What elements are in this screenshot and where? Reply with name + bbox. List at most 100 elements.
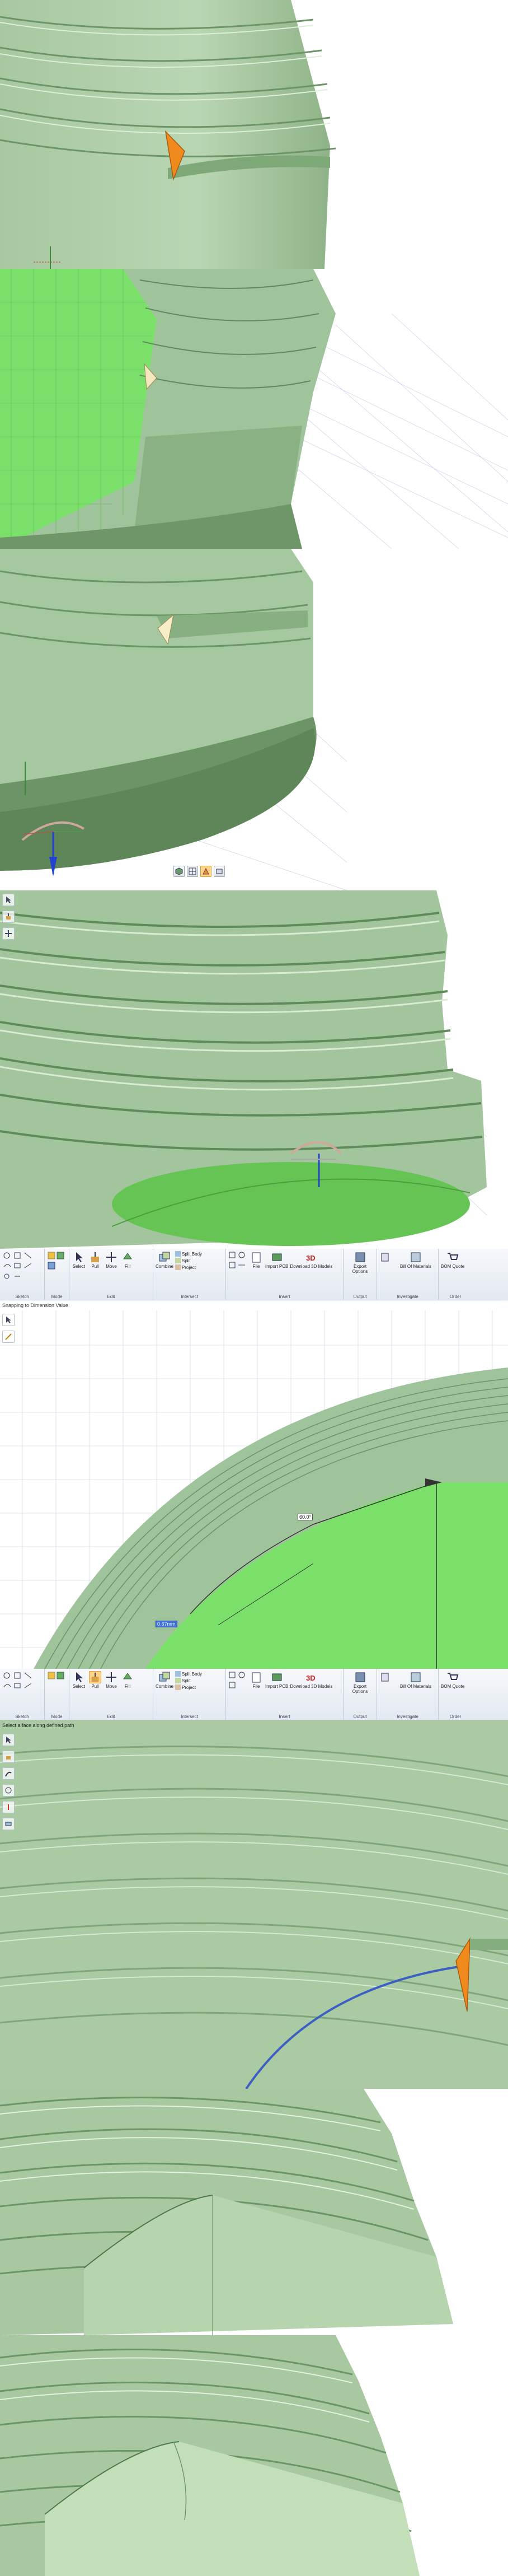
full-length-tool-icon[interactable] — [2, 1818, 15, 1830]
ribbon-group-label: Investigate — [397, 1714, 418, 1719]
svg-text:3D: 3D — [306, 1674, 316, 1682]
ribbon-group-sketch: Sketch — [0, 1669, 45, 1720]
investigate-tools-icon[interactable] — [379, 1251, 398, 1273]
mode-tools-icon[interactable] — [47, 1251, 66, 1285]
view-mini-toolbar — [173, 866, 225, 877]
import-pcb-button[interactable]: Import PCB — [265, 1251, 288, 1269]
move-button[interactable]: Move — [104, 1251, 119, 1269]
svg-text:3D: 3D — [306, 1254, 316, 1262]
view-cube-icon[interactable] — [173, 866, 185, 877]
pull-button[interactable]: Pull — [88, 1251, 102, 1269]
investigate-tools-icon[interactable] — [379, 1671, 398, 1693]
file-button[interactable]: File — [249, 1251, 264, 1269]
ribbon-group-label: Mode — [51, 1714, 63, 1719]
section-icon[interactable] — [200, 866, 211, 877]
thread-model-view-2 — [0, 269, 508, 549]
revolve-tool-icon[interactable] — [2, 1784, 15, 1796]
viewport-panel-7[interactable] — [0, 2089, 508, 2335]
thread-model-view-4 — [0, 890, 508, 1249]
viewport-panel-4[interactable] — [0, 890, 508, 1249]
ribbon-group-label: Intersect — [181, 1294, 198, 1299]
thread-model-view-8 — [0, 2335, 508, 2576]
viewport-panel-6[interactable]: Select a face along defined path — [0, 1720, 508, 2089]
up-to-tool-icon[interactable] — [2, 1801, 15, 1813]
ribbon-group-output: Export Options Output — [344, 1669, 377, 1720]
screenshot-collage: Sketch Mode Select Pull Move Fill Edit C… — [0, 0, 508, 2576]
fill-button[interactable]: Fill — [120, 1251, 135, 1269]
ribbon-group-mode: Mode — [45, 1669, 69, 1720]
select-tool-icon[interactable] — [2, 1734, 15, 1746]
download-3d-models-button[interactable]: 3D Download 3D Models — [290, 1671, 332, 1689]
side-tool-palette-3 — [2, 1734, 15, 1830]
viewport-panel-1[interactable] — [0, 0, 508, 269]
ribbon-group-output: Export Options Output — [344, 1249, 377, 1300]
pull-tool-icon[interactable] — [2, 1751, 15, 1763]
select-tool-icon[interactable] — [2, 894, 15, 906]
ribbon-group-label: Output — [353, 1294, 367, 1299]
pull-tool-icon[interactable] — [2, 911, 15, 923]
ribbon-group-edit: Select Pull Move Fill Edit — [69, 1249, 153, 1300]
combine-button[interactable]: Combine — [156, 1251, 173, 1269]
project-button[interactable]: Project — [175, 1264, 202, 1270]
ribbon-group-label: Sketch — [15, 1294, 29, 1299]
viewport-panel-2[interactable] — [0, 269, 508, 549]
thread-model-view-7 — [0, 2089, 508, 2335]
sketch-line-tool-icon[interactable] — [2, 1331, 15, 1343]
angle-dimension-label[interactable]: 60.0° — [298, 1514, 313, 1520]
split-button[interactable]: Split — [175, 1678, 202, 1683]
insert-small-tools-icon[interactable] — [228, 1251, 247, 1285]
viewport-panel-8[interactable] — [0, 2335, 508, 2576]
bill-of-materials-button[interactable]: Bill Of Materials — [400, 1251, 431, 1269]
import-pcb-button[interactable]: Import PCB — [265, 1671, 288, 1689]
split-body-button[interactable]: Split Body — [175, 1671, 202, 1677]
bom-quote-button[interactable]: BOM Quote — [441, 1251, 464, 1269]
split-button[interactable]: Split — [175, 1258, 202, 1263]
bill-of-materials-button[interactable]: Bill Of Materials — [400, 1671, 431, 1689]
ribbon-group-edit: Select Pull Move Fill Edit — [69, 1669, 153, 1720]
select-button[interactable]: Select — [72, 1671, 86, 1689]
mode-tools-icon[interactable] — [47, 1671, 66, 1705]
viewport-panel-5[interactable]: Snapping to Dimension Value 60.0° 0.67mm — [0, 1300, 508, 1669]
ribbon-group-label: Output — [353, 1714, 367, 1719]
thread-model-view-3 — [0, 549, 508, 890]
ribbon-group-mode: Mode — [45, 1249, 69, 1300]
pull-button[interactable]: Pull — [88, 1671, 102, 1689]
ribbon-group-label: Sketch — [15, 1714, 29, 1719]
insert-small-tools-icon[interactable] — [228, 1671, 247, 1705]
ribbon-group-label: Intersect — [181, 1714, 198, 1719]
distance-dimension-input[interactable]: 0.67mm — [156, 1621, 177, 1627]
select-button[interactable]: Select — [72, 1251, 86, 1269]
combine-button[interactable]: Combine — [156, 1671, 173, 1689]
viewport-panel-3[interactable] — [0, 549, 508, 890]
export-options-button[interactable]: Export Options — [346, 1671, 374, 1694]
side-tool-palette-1 — [2, 894, 15, 940]
ribbon-group-order: BOM Quote Order — [439, 1669, 472, 1720]
ribbon-group-investigate: Bill Of Materials Investigate — [377, 1249, 439, 1300]
clip-icon[interactable] — [214, 866, 225, 877]
ribbon-toolbar-1: Sketch Mode Select Pull Move Fill Edit C… — [0, 1249, 508, 1310]
ribbon-group-intersect: Combine Split Body Split Project Interse… — [153, 1669, 226, 1720]
project-button[interactable]: Project — [175, 1684, 202, 1690]
status-hint: Select a face along defined path — [2, 1723, 74, 1728]
ribbon-group-label: Order — [449, 1714, 462, 1719]
ribbon-group-insert: File Import PCB 3D Download 3D Models Ins… — [226, 1669, 344, 1720]
export-options-button[interactable]: Export Options — [346, 1251, 374, 1274]
ribbon-group-label: Mode — [51, 1294, 63, 1299]
ribbon-group-investigate: Bill Of Materials Investigate — [377, 1669, 439, 1720]
sketch-tools-icon[interactable] — [2, 1671, 41, 1705]
bom-quote-button[interactable]: BOM Quote — [441, 1671, 464, 1689]
fill-button[interactable]: Fill — [120, 1671, 135, 1689]
split-body-button[interactable]: Split Body — [175, 1251, 202, 1257]
select-tool-icon[interactable] — [2, 1314, 15, 1326]
download-3d-models-button[interactable]: 3D Download 3D Models — [290, 1251, 332, 1269]
sketch-tools-icon[interactable] — [2, 1251, 41, 1285]
move-tool-icon[interactable] — [2, 927, 15, 940]
grid-icon[interactable] — [187, 866, 198, 877]
file-button[interactable]: File — [249, 1671, 264, 1689]
sweep-tool-icon[interactable] — [2, 1767, 15, 1780]
ribbon-group-label: Edit — [107, 1294, 115, 1299]
ribbon-group-intersect: Combine Split Body Split Project Interse… — [153, 1249, 226, 1300]
move-button[interactable]: Move — [104, 1671, 119, 1689]
ribbon-group-label: Edit — [107, 1714, 115, 1719]
sketch-view — [0, 1310, 508, 1669]
